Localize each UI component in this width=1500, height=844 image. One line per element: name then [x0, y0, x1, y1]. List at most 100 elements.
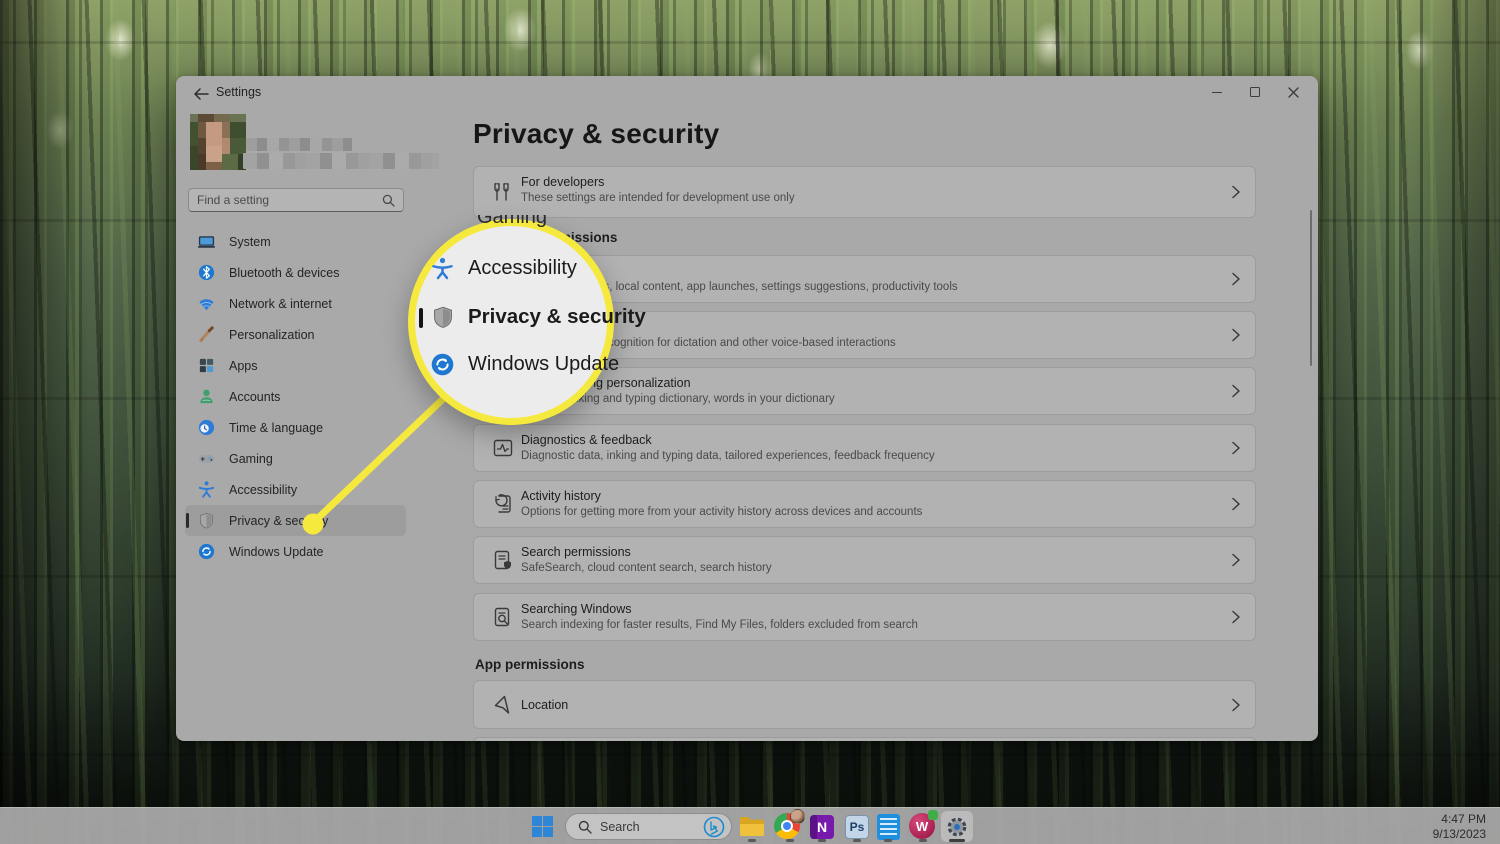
main-content: Privacy & security For developers These …: [473, 76, 1256, 741]
settings-window: Settings: [176, 76, 1318, 741]
chevron-right-icon: [1231, 610, 1241, 624]
searching-windows-icon: [491, 605, 515, 629]
settings-gear-icon[interactable]: [945, 815, 969, 839]
accessibility-icon: [197, 480, 216, 499]
chevron-right-icon: [1231, 497, 1241, 511]
row-subtitle: SafeSearch, cloud content search, search…: [521, 562, 772, 574]
row-subtitle: Options for getting more from your activ…: [521, 506, 922, 518]
find-a-setting-input[interactable]: Find a setting: [188, 188, 404, 212]
sidebar-item-privacy-security[interactable]: Privacy & security: [185, 505, 406, 536]
sidebar-item-label: System: [229, 235, 271, 249]
row-title: For developers: [521, 175, 604, 189]
sidebar-item-system[interactable]: System: [185, 226, 406, 257]
sidebar-item-gaming[interactable]: Gaming: [185, 443, 406, 474]
running-indicator: [853, 839, 861, 842]
taskbar: Search N Ps: [0, 807, 1500, 844]
network-icon: [197, 294, 216, 313]
location-row[interactable]: Location: [473, 680, 1256, 729]
magnified-accessibility: Accessibility: [430, 256, 577, 281]
running-indicator: [748, 839, 756, 842]
running-indicator: [786, 839, 794, 842]
desktop: Settings: [0, 0, 1500, 844]
bing-icon: [703, 816, 725, 838]
gaming-icon: [197, 449, 216, 468]
chrome-icon[interactable]: [774, 813, 802, 841]
sidebar-nav: System Bluetooth & devices Network & int…: [185, 226, 406, 567]
sidebar-item-label: Gaming: [229, 452, 273, 466]
window-title: Settings: [216, 85, 261, 99]
running-indicator: [919, 839, 927, 842]
sidebar-item-label: Accessibility: [229, 483, 297, 497]
sidebar-item-accessibility[interactable]: Accessibility: [185, 474, 406, 505]
w-app-icon[interactable]: W: [909, 813, 936, 840]
chevron-right-icon: [1231, 441, 1241, 455]
section-header-app-permissions: App permissions: [475, 657, 585, 672]
sidebar-item-network-internet[interactable]: Network & internet: [185, 288, 406, 319]
chevron-right-icon: [1231, 553, 1241, 567]
taskbar-search-box[interactable]: Search: [565, 813, 732, 840]
row-title: Search permissions: [521, 545, 631, 559]
back-arrow-icon: [193, 88, 209, 100]
search-icon: [578, 820, 592, 834]
account-name-blurred: [246, 138, 352, 151]
sidebar-item-label: Accounts: [229, 390, 280, 404]
row-title: Activity history: [521, 489, 601, 503]
accounts-icon: [197, 387, 216, 406]
location-icon: [491, 693, 515, 717]
windows-update-icon: [197, 542, 216, 561]
magnified-label: Privacy & security: [468, 305, 646, 329]
active-indicator: [949, 839, 965, 842]
row-title: Diagnostics & feedback: [521, 433, 652, 447]
activity-history-row[interactable]: Activity history Options for getting mor…: [473, 480, 1256, 528]
chevron-right-icon: [1231, 185, 1241, 199]
accessibility-icon: [430, 256, 455, 281]
clock-date: 9/13/2023: [1433, 827, 1486, 842]
sidebar-item-label: Time & language: [229, 421, 323, 435]
taskbar-clock[interactable]: 4:47 PM 9/13/2023: [1433, 812, 1486, 842]
notepad-icon[interactable]: [877, 814, 900, 840]
sidebar-item-apps[interactable]: Apps: [185, 350, 406, 381]
chevron-right-icon: [1231, 698, 1241, 712]
running-indicator: [818, 839, 826, 842]
bluetooth-icon: [197, 263, 216, 282]
sidebar-item-windows-update[interactable]: Windows Update: [185, 536, 406, 567]
photoshop-icon[interactable]: Ps: [845, 815, 869, 839]
magnified-label: Accessibility: [468, 257, 577, 280]
chevron-right-icon: [1231, 384, 1241, 398]
windows-update-icon: [429, 351, 456, 378]
sidebar-item-label: Personalization: [229, 328, 314, 342]
row-title: Searching Windows: [521, 602, 631, 616]
activity-history-icon: [491, 492, 515, 516]
magnified-selection-bar: [419, 308, 423, 328]
sidebar-item-time-language[interactable]: Time & language: [185, 412, 406, 443]
chrome-profile-avatar: [790, 809, 805, 824]
search-icon: [382, 194, 395, 207]
magnified-windows-update: Windows Update: [429, 351, 619, 378]
start-button[interactable]: [531, 815, 554, 838]
scrollbar[interactable]: [1310, 210, 1312, 366]
search-permissions-row[interactable]: Search permissions SafeSearch, cloud con…: [473, 536, 1256, 584]
diagnostics-feedback-row[interactable]: Diagnostics & feedback Diagnostic data, …: [473, 424, 1256, 472]
personalization-icon: [197, 325, 216, 344]
sidebar-item-bluetooth-devices[interactable]: Bluetooth & devices: [185, 257, 406, 288]
partial-next-row: [473, 737, 1256, 741]
sidebar-item-label: Windows Update: [229, 545, 324, 559]
avatar[interactable]: [190, 114, 246, 170]
close-button[interactable]: [1274, 78, 1312, 106]
magnified-label: Windows Update: [468, 353, 619, 376]
sidebar-item-accounts[interactable]: Accounts: [185, 381, 406, 412]
searching-windows-row[interactable]: Searching Windows Search indexing for fa…: [473, 593, 1256, 641]
privacy-shield-icon: [197, 511, 216, 530]
apps-icon: [197, 356, 216, 375]
row-title: Location: [521, 698, 568, 712]
for-developers-row[interactable]: For developers These settings are intend…: [473, 166, 1256, 218]
clock-time: 4:47 PM: [1433, 812, 1486, 827]
file-explorer-icon[interactable]: [739, 816, 765, 837]
privacy-shield-icon: [430, 304, 456, 330]
sidebar-item-label: Network & internet: [229, 297, 332, 311]
row-subtitle: Search indexing for faster results, Find…: [521, 619, 918, 631]
sidebar-item-personalization[interactable]: Personalization: [185, 319, 406, 350]
back-button[interactable]: [188, 83, 214, 105]
onenote-icon[interactable]: N: [810, 815, 834, 839]
chevron-right-icon: [1231, 272, 1241, 286]
